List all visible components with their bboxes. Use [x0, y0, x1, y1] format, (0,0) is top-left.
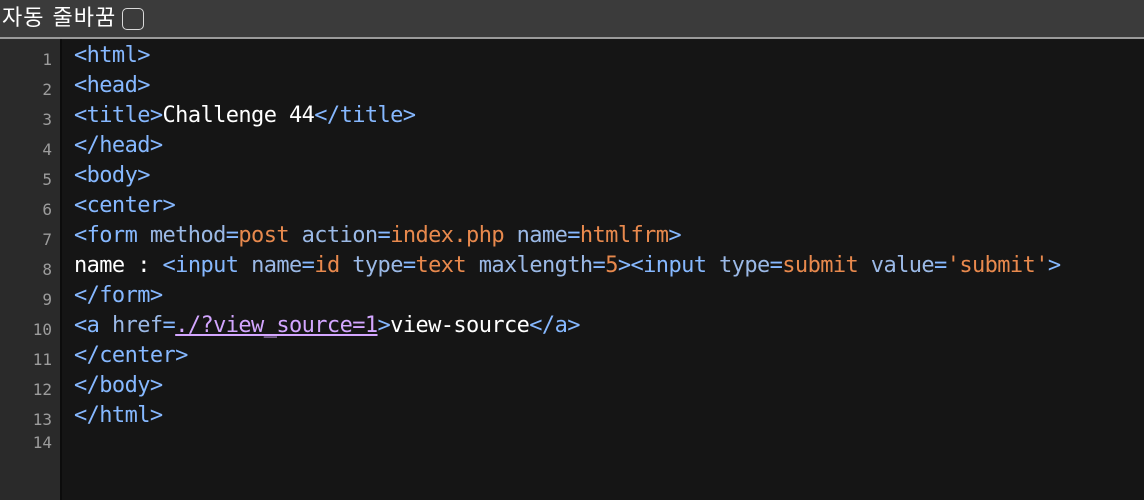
code-token: value [858, 253, 935, 278]
code-line: </body> [74, 371, 163, 401]
code-token: = [162, 313, 176, 338]
code-token: name : [74, 253, 163, 278]
code-token: <form [74, 223, 150, 248]
line-wrap-checkbox[interactable] [122, 7, 145, 30]
code-line: </form> [74, 281, 163, 311]
line-number: 6 [42, 200, 52, 219]
code-token: = [567, 223, 580, 248]
code-token: 'submit' [946, 253, 1049, 278]
line-number: 10 [32, 320, 52, 339]
source-code-area: <html> <head> <title>Challenge 44</title> <… [62, 39, 1144, 500]
code-token: maxlength [466, 253, 593, 278]
code-token: <title> [74, 103, 163, 128]
code-line: <title>Challenge 44</title> [74, 101, 416, 131]
code-token: text [415, 253, 467, 278]
line-number: 7 [42, 230, 52, 249]
code-token: <a [74, 313, 112, 338]
code-line: <html> [74, 41, 150, 71]
code-token: = [592, 253, 606, 278]
code-line: <body> [74, 161, 150, 191]
code-token: submit [782, 253, 859, 278]
code-token: index.php [390, 223, 504, 248]
line-number: 4 [42, 140, 52, 159]
code-token: </center> [74, 343, 188, 368]
code-token: = [934, 253, 947, 278]
code-token: Challenge 44 [162, 103, 315, 128]
code-token: = [402, 253, 416, 278]
code-token: name [504, 223, 568, 248]
code-token: 5 [605, 253, 618, 278]
code-token: = [377, 223, 391, 248]
code-token: <body> [74, 163, 150, 188]
code-line: <a href=./?view_source=1>view-source</a> [74, 311, 580, 341]
view-source-window: 자동 줄바꿈 1 2 3 4 5 6 7 8 9 10 11 12 13 14 <html> <head> <… [0, 0, 1144, 500]
line-number: 5 [42, 170, 52, 189]
code-token: id [314, 253, 340, 278]
line-number: 12 [32, 380, 52, 399]
code-token: > [1047, 253, 1061, 278]
code-line: name : <input name=id type=text maxlengt… [74, 251, 1061, 281]
code-token: post [238, 223, 289, 248]
code-token: </body> [74, 373, 163, 398]
code-line: </head> [74, 131, 163, 161]
code-token: = [769, 253, 783, 278]
line-number-gutter: 1 2 3 4 5 6 7 8 9 10 11 12 13 14 [0, 39, 62, 500]
code-token: htmlfrm [579, 223, 669, 248]
code-token: type [719, 253, 770, 278]
code-token: </form> [74, 283, 163, 308]
code-token: <center> [74, 193, 176, 218]
line-number: 1 [42, 50, 52, 69]
code-token: view-source [390, 313, 530, 338]
toolbar: 자동 줄바꿈 [0, 0, 1144, 39]
code-token: </head> [74, 133, 163, 158]
code-token: > [668, 223, 682, 248]
line-number: 2 [42, 80, 52, 99]
code-line: <head> [74, 71, 150, 101]
code-line: <center> [74, 191, 176, 221]
code-token: <head> [74, 73, 150, 98]
code-token: <html> [74, 43, 150, 68]
code-token: ><input [617, 253, 720, 278]
code-token: name [251, 253, 302, 278]
code-token: type [339, 253, 403, 278]
code-token: = [301, 253, 315, 278]
code-token: method [149, 223, 226, 248]
code-token: action [289, 223, 378, 248]
code-token: > [377, 313, 391, 338]
code-line: <form method=post action=index.php name=… [74, 221, 682, 251]
code-token: </html> [74, 403, 163, 428]
line-number: 3 [42, 110, 52, 129]
line-number: 11 [32, 350, 52, 369]
code-token: = [225, 223, 239, 248]
code-line: </html> [74, 401, 163, 431]
code-token: <input [162, 253, 252, 278]
source-link[interactable]: ./?view_source=1 [175, 313, 378, 338]
code-line: </center> [74, 341, 188, 371]
code-token: </a> [529, 313, 580, 338]
code-token: </title> [314, 103, 416, 128]
line-number: 9 [42, 290, 52, 309]
line-number: 8 [42, 260, 52, 279]
line-wrap-label: 자동 줄바꿈 [2, 6, 117, 31]
line-number: 14 [32, 433, 52, 452]
code-token: href [111, 313, 163, 338]
